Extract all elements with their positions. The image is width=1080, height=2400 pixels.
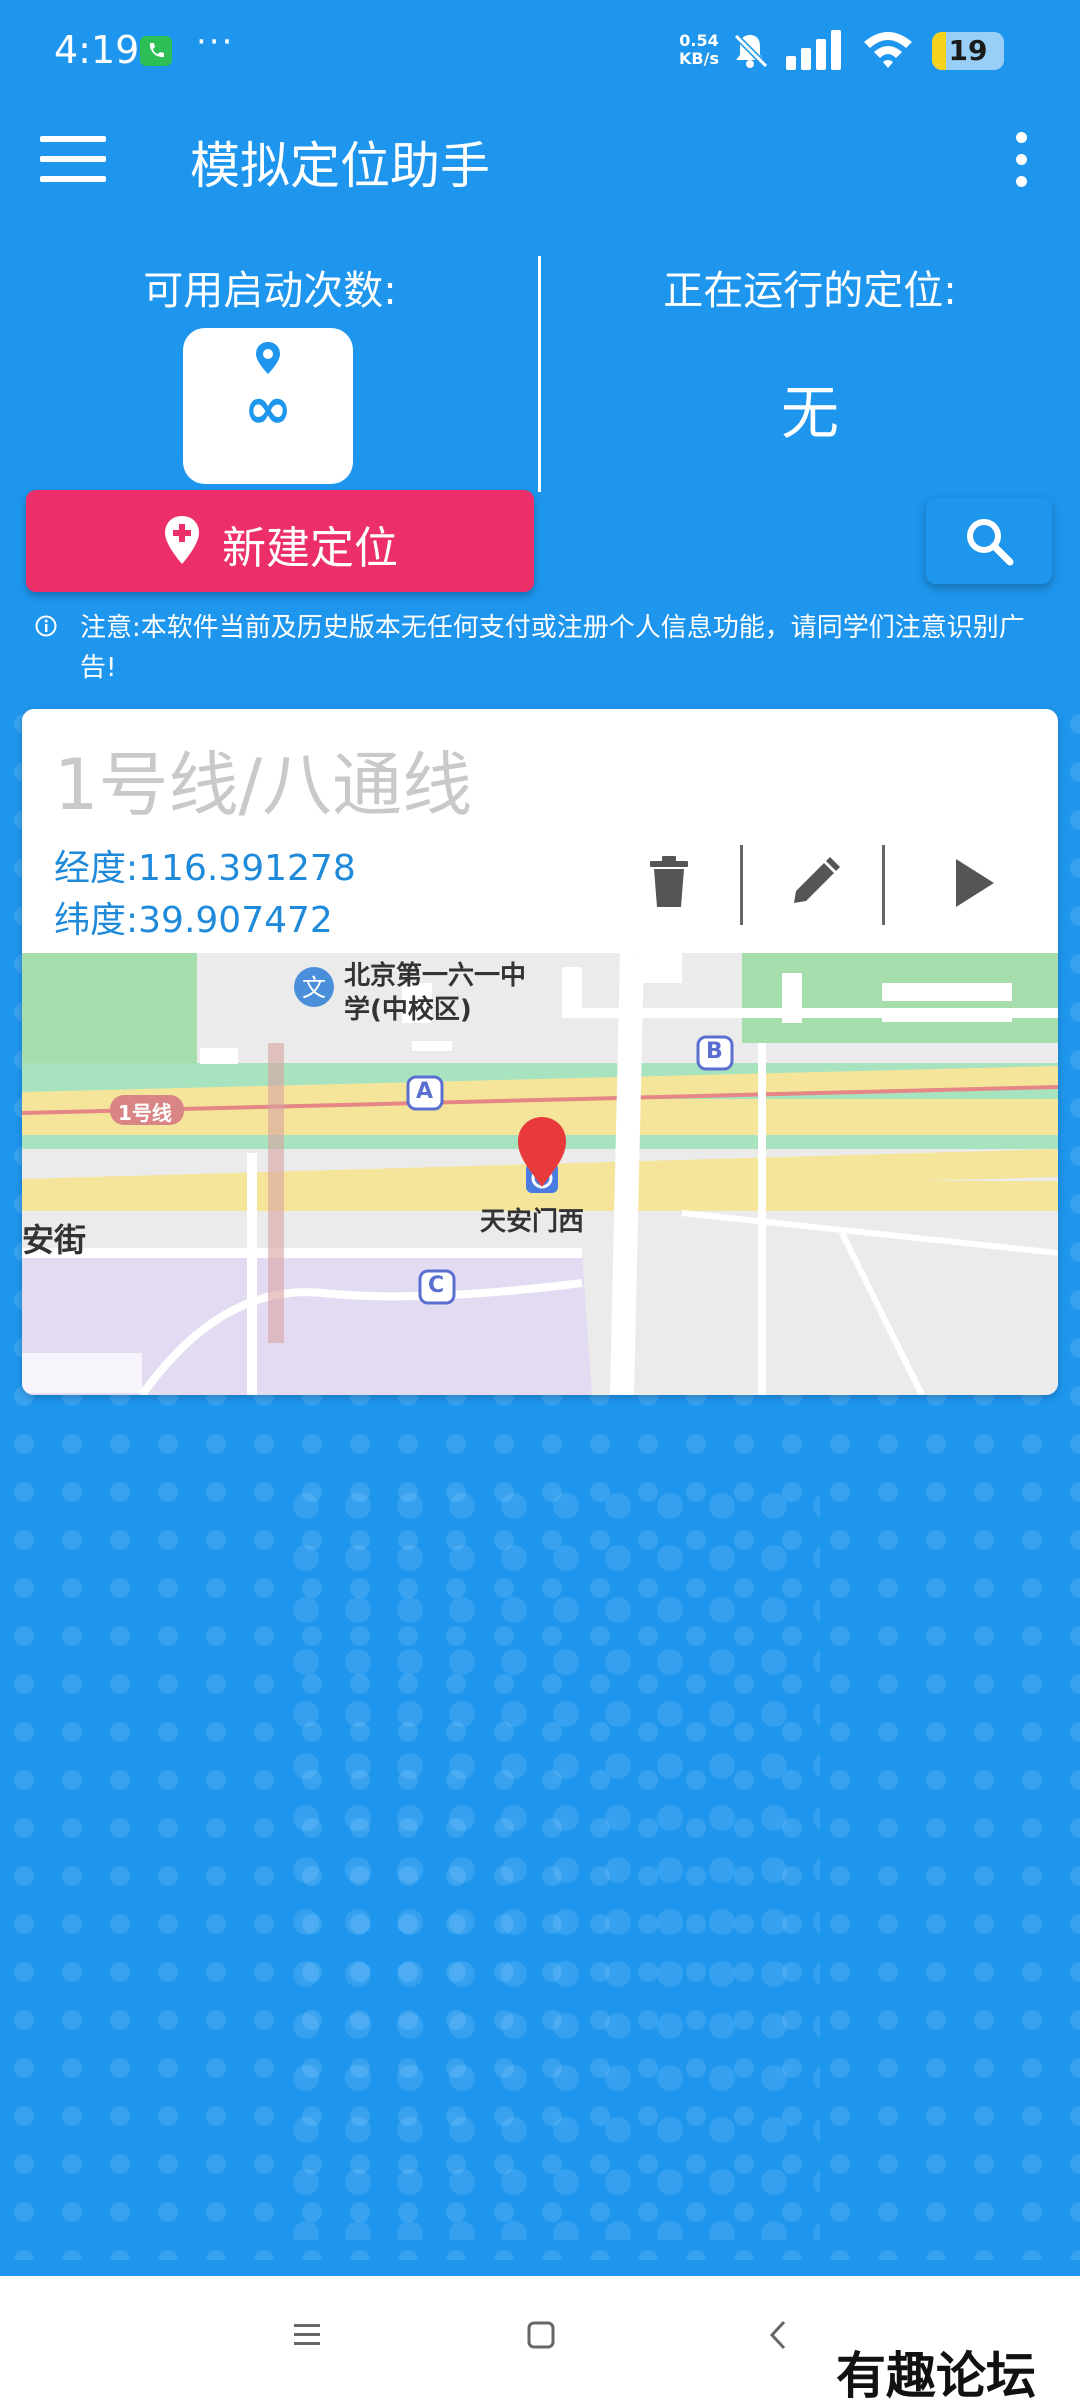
- map-exit-c: C: [428, 1273, 445, 1298]
- running-label: 正在运行的定位:: [663, 268, 957, 314]
- action-divider: [740, 845, 743, 925]
- launches-card: ∞: [183, 328, 353, 484]
- running-value: 无: [780, 379, 839, 447]
- map-exit-b: B: [706, 1039, 723, 1064]
- new-location-button[interactable]: 新建定位: [26, 490, 534, 592]
- recents-icon[interactable]: [292, 2322, 322, 2352]
- notice-text: 注意:本软件当前及历史版本无任何支付或注册个人信息功能，请同学们注意识别广告!: [80, 613, 1025, 683]
- battery-icon: 19: [932, 32, 1004, 70]
- latitude-value: 39.907472: [138, 900, 333, 941]
- background-dot-pattern-2: [280, 1480, 820, 2240]
- search-icon: [967, 519, 1014, 566]
- new-location-label: 新建定位: [222, 523, 398, 574]
- wifi-icon: [862, 30, 914, 74]
- launches-label: 可用启动次数:: [143, 268, 397, 314]
- map-preview[interactable]: 文 北京第一六一中 学(中校区) 天安门西 安街 1号线 A B C: [22, 953, 1058, 1395]
- launches-value: ∞: [243, 374, 293, 442]
- trash-icon[interactable]: [648, 855, 690, 913]
- watermark: 有趣论坛: [836, 2346, 1036, 2400]
- add-location-icon: [162, 514, 202, 570]
- back-icon[interactable]: [766, 2318, 790, 2356]
- svg-text:文: 文: [302, 974, 326, 1002]
- more-notifications-icon: ···: [196, 22, 235, 62]
- status-bar: 4:19 ··· 0.54 KB/s 19: [0, 0, 1080, 104]
- longitude-line: 经度:116.391278: [54, 839, 356, 891]
- longitude-value: 116.391278: [138, 848, 356, 889]
- map-label-station: 天安门西: [480, 1207, 585, 1237]
- play-icon[interactable]: [952, 857, 996, 913]
- search-button[interactable]: [926, 498, 1052, 584]
- bell-off-icon: [730, 30, 770, 74]
- latitude-label: 纬度:: [54, 900, 139, 941]
- status-time: 4:19: [54, 28, 140, 72]
- net-speed-unit: KB/s: [679, 49, 719, 68]
- longitude-label: 经度:: [54, 848, 139, 889]
- app-title: 模拟定位助手: [190, 137, 490, 195]
- overflow-menu-icon[interactable]: [1010, 130, 1034, 190]
- signal-icon: [784, 30, 846, 74]
- home-icon[interactable]: [526, 2320, 556, 2354]
- latitude-line: 纬度:39.907472: [54, 891, 333, 943]
- call-icon: [140, 36, 172, 66]
- map-label-school: 北京第一六一中: [344, 961, 527, 991]
- edit-icon[interactable]: [790, 857, 840, 911]
- battery-level: 19: [948, 34, 988, 67]
- location-name: 1号线/八通线: [54, 744, 473, 826]
- map-label-school-line2: 学(中校区): [344, 995, 472, 1025]
- app-bar: 模拟定位助手: [0, 104, 1080, 214]
- map-exit-a: A: [416, 1079, 434, 1104]
- menu-icon[interactable]: [40, 134, 106, 184]
- map-label-street: 安街: [22, 1221, 87, 1259]
- info-icon: [34, 614, 58, 642]
- map-label-line-badge: 1号线: [118, 1101, 172, 1125]
- net-speed-value: 0.54: [679, 31, 719, 50]
- location-card[interactable]: 1号线/八通线 经度:116.391278 纬度:39.907472 文 北京第…: [22, 709, 1058, 1395]
- action-divider: [882, 845, 885, 925]
- net-speed: 0.54 KB/s: [672, 32, 726, 68]
